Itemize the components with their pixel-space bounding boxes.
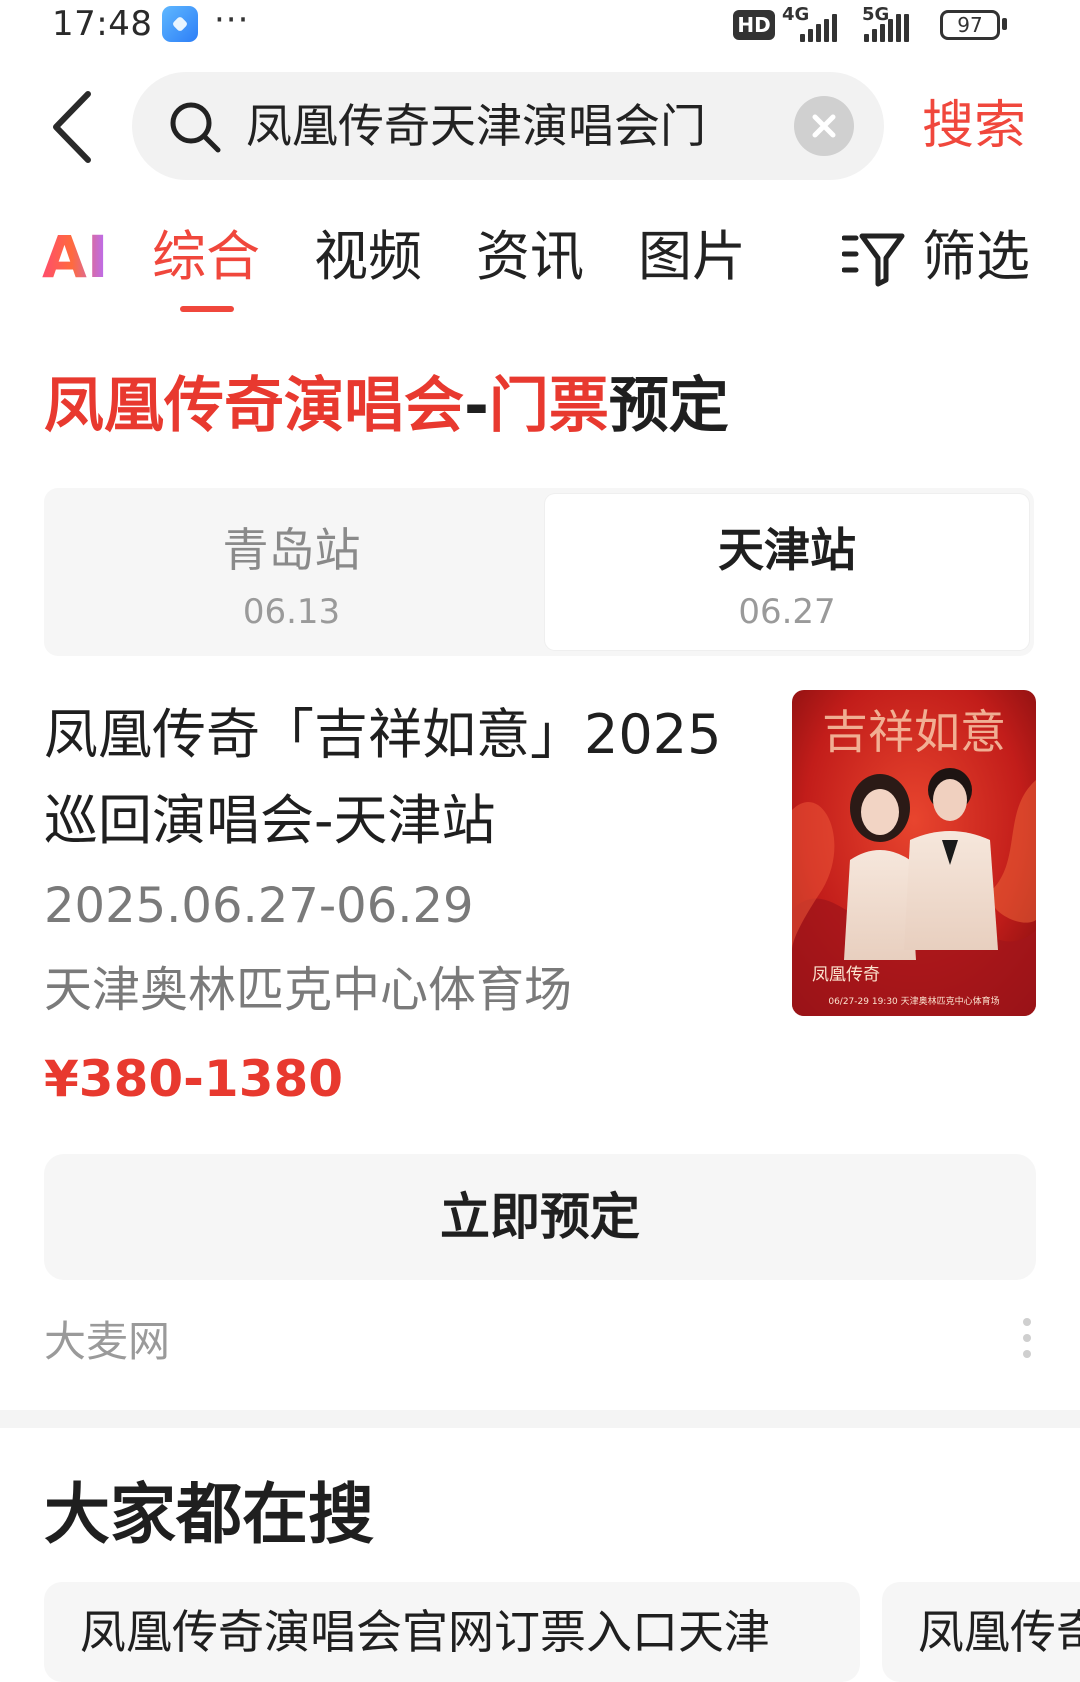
tab-images[interactable]: 图片 [638, 222, 746, 292]
more-options-icon[interactable] [1020, 1318, 1034, 1368]
battery-tip [1002, 18, 1007, 30]
station-date: 06.13 [242, 592, 341, 632]
poster-caption-name: 凤凰传奇 [812, 965, 880, 985]
event-poster-image[interactable]: 吉祥如意 凤凰传奇 06/27-29 19:30 天津奥林匹克中心体育场 [792, 690, 1036, 1016]
heading-suffix: 预定 [608, 371, 729, 441]
event-venue: 天津奥林匹克中心体育场 [44, 962, 573, 1018]
poster-artwork: 吉祥如意 凤凰传奇 06/27-29 19:30 天津奥林匹克中心体育场 [792, 690, 1036, 1016]
battery-icon: 97 [940, 10, 1000, 40]
status-bar: 17:48 ··· HD 4G 5G 97 [0, 0, 1080, 50]
poster-headline: 吉祥如意 [822, 705, 1006, 759]
section-divider [0, 1410, 1080, 1428]
filter-button[interactable]: 筛选 [922, 222, 1030, 292]
event-title-line-1: 凤凰传奇「吉祥如意」2025 [44, 703, 722, 766]
ai-tab[interactable]: AI [42, 222, 108, 292]
more-notifications-icon: ··· [214, 0, 250, 40]
tab-news[interactable]: 资讯 [476, 222, 584, 292]
station-name: 天津站 [718, 523, 856, 577]
back-button[interactable] [46, 88, 100, 166]
result-heading[interactable]: 凤凰传奇演唱会-门票预定 [44, 368, 729, 444]
signal-5g-icon [864, 14, 909, 42]
back-arrow-icon [53, 91, 91, 163]
hd-voice-icon: HD [733, 10, 775, 40]
app-notification-icon [162, 6, 198, 42]
search-query-text[interactable]: 凤凰传奇天津演唱会门 [246, 96, 762, 156]
heading-dash: - [464, 371, 489, 441]
station-date: 06.27 [738, 592, 836, 632]
event-dates: 2025.06.27-06.29 [44, 878, 474, 934]
event-price: ¥380-1380 [44, 1050, 344, 1108]
search-button[interactable]: 搜索 [922, 90, 1026, 162]
book-now-button[interactable]: 立即预定 [44, 1154, 1036, 1280]
related-search-chip[interactable]: 凤凰传奇 [882, 1582, 1080, 1682]
result-source[interactable]: 大麦网 [44, 1312, 170, 1372]
poster-caption-line: 06/27-29 19:30 天津奥林匹克中心体育场 [828, 995, 999, 1007]
event-title-line-2: 巡回演唱会-天津站 [44, 789, 496, 852]
tab-comprehensive[interactable]: 综合 [152, 222, 260, 292]
clear-search-button[interactable] [794, 96, 854, 156]
signal-4g-icon [800, 14, 837, 42]
heading-highlight-2: 门票 [488, 371, 609, 441]
tab-video[interactable]: 视频 [314, 222, 422, 292]
related-searches-title: 大家都在搜 [44, 1476, 374, 1553]
active-tab-indicator [180, 306, 234, 312]
related-search-chip[interactable]: 凤凰传奇演唱会官网订票入口天津 [44, 1582, 860, 1682]
station-tab-tianjin[interactable]: 天津站 06.27 [545, 494, 1029, 650]
heading-highlight-1: 凤凰传奇演唱会 [44, 371, 464, 441]
station-tab-qingdao[interactable]: 青岛站 06.13 [44, 488, 539, 656]
status-time: 17:48 [52, 4, 153, 44]
event-title[interactable]: 凤凰传奇「吉祥如意」2025 巡回演唱会-天津站 [44, 692, 764, 864]
filter-icon[interactable] [841, 228, 906, 288]
close-icon [812, 114, 836, 138]
search-icon [168, 100, 222, 154]
station-name: 青岛站 [222, 523, 361, 577]
